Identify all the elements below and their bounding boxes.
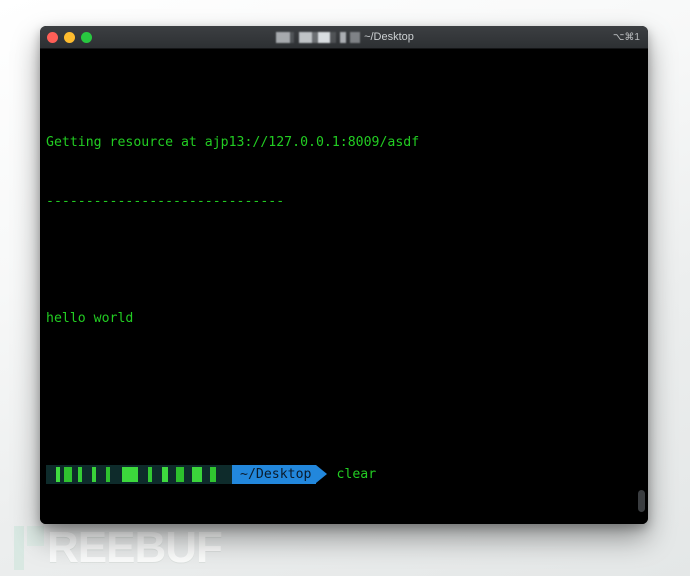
window-titlebar[interactable]: ~/Desktop ⌥⌘1 [40,26,648,49]
redacted-title-text [274,31,361,43]
shell-command-text: clear [336,466,377,482]
terminal-screen: Getting resource at ajp13://127.0.0.1:80… [40,55,648,524]
prompt-user-segment [46,464,232,484]
window-controls [47,31,92,43]
window-title: ~/Desktop [40,31,648,43]
redacted-username-text [52,466,228,482]
prompt-path-arrow-icon [316,464,328,483]
freebuf-watermark-text: REEBUF [47,523,223,572]
terminal-output-line: Getting resource at ajp13://127.0.0.1:80… [46,135,420,150]
keyboard-shortcut-indicator: ⌥⌘1 [612,31,640,43]
freebuf-watermark: REEBUF [14,523,223,573]
minimize-window-button[interactable] [64,31,75,43]
shell-prompt-row: ~/Desktop clear [46,464,648,484]
freebuf-logo-mark [14,526,44,570]
terminal-output-line: hello world [46,310,134,326]
zoom-window-button[interactable] [81,31,92,43]
prompt-path-segment: ~/Desktop [232,464,317,484]
terminal-output-line [46,367,648,387]
terminal-body[interactable]: Getting resource at ajp13://127.0.0.1:80… [40,49,648,524]
window-title-path: ~/Desktop [364,31,414,43]
close-window-button[interactable] [47,31,58,43]
terminal-output-line [46,250,648,270]
terminal-scrollbar-thumb[interactable] [638,490,645,512]
terminal-output-line: ------------------------------ [46,193,285,209]
terminal-window: ~/Desktop ⌥⌘1 Getting resource at ajp13:… [40,26,648,524]
